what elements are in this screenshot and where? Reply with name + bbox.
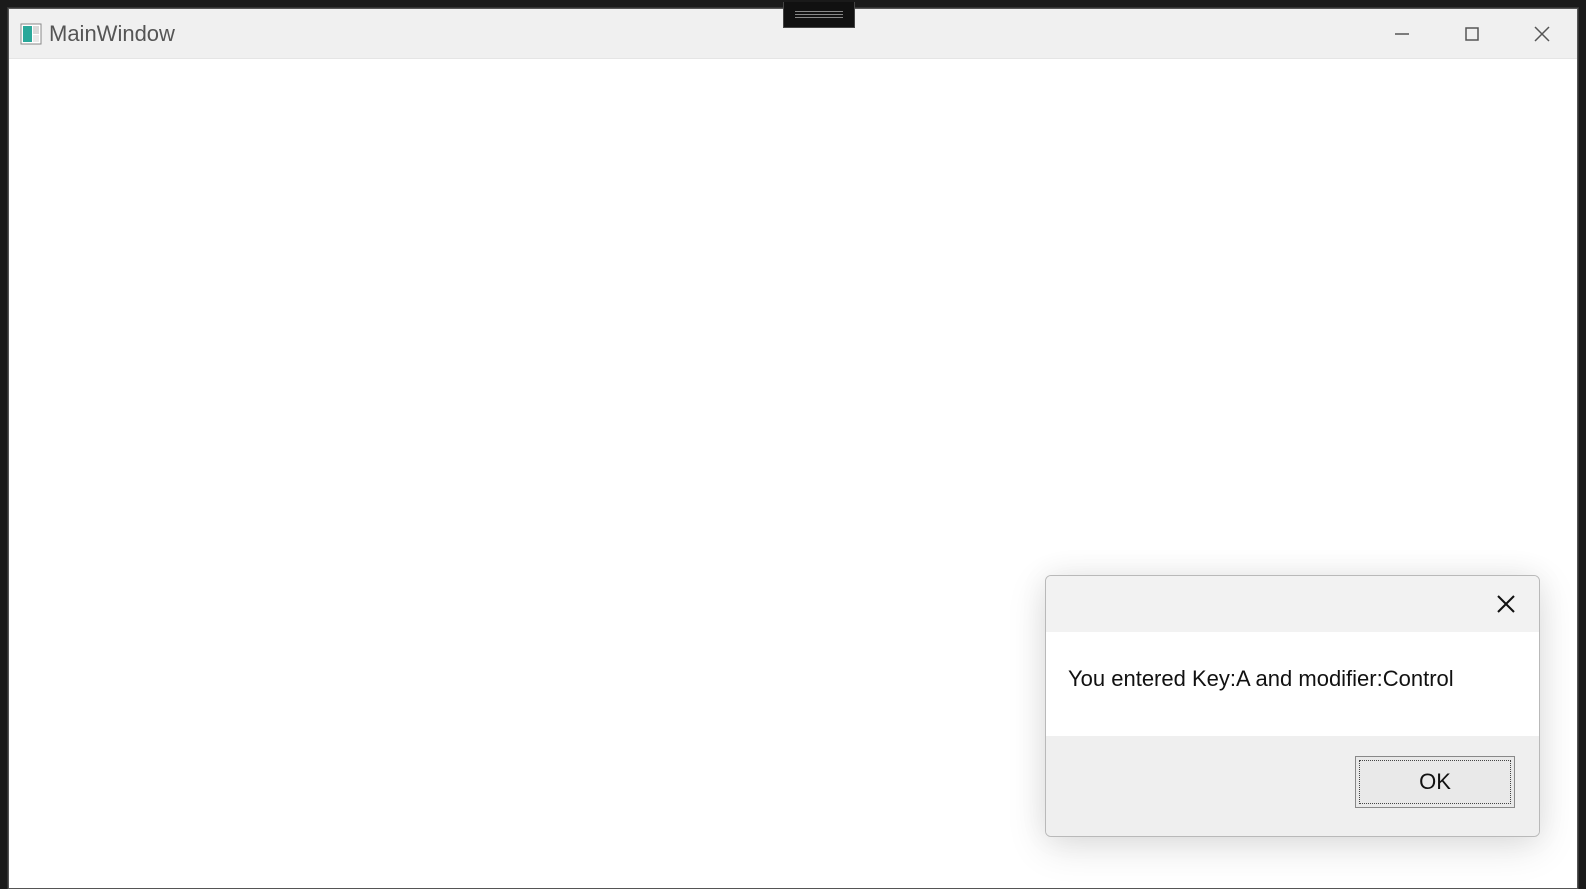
camera-notch [783, 2, 855, 28]
message-box-body: You entered Key:A and modifier:Control [1046, 632, 1539, 736]
message-box: You entered Key:A and modifier:Control O… [1045, 575, 1540, 837]
close-icon [1532, 24, 1552, 44]
message-text: You entered Key:A and modifier:Control [1068, 666, 1454, 691]
message-box-close-button[interactable] [1483, 581, 1529, 627]
message-box-footer: OK [1046, 736, 1539, 836]
close-icon [1494, 592, 1518, 616]
window-title: MainWindow [49, 21, 175, 47]
minimize-icon [1393, 25, 1411, 43]
message-box-header[interactable] [1046, 576, 1539, 632]
maximize-button[interactable] [1437, 9, 1507, 58]
app-icon [19, 22, 43, 46]
minimize-button[interactable] [1367, 9, 1437, 58]
close-button[interactable] [1507, 9, 1577, 58]
ok-button[interactable]: OK [1355, 756, 1515, 808]
ok-button-label: OK [1419, 769, 1451, 795]
window-controls [1367, 9, 1577, 58]
maximize-icon [1463, 25, 1481, 43]
